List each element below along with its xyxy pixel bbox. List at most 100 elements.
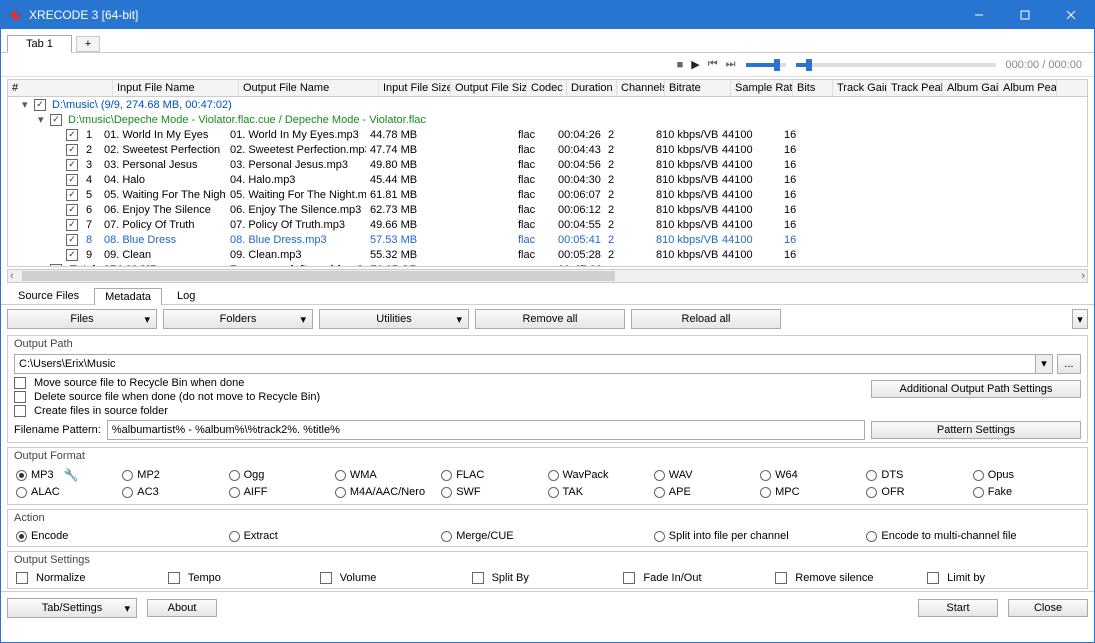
col-album-gain[interactable]: Album Gain	[943, 80, 999, 96]
tab-1[interactable]: Tab 1	[7, 35, 72, 53]
output-path-input[interactable]	[14, 354, 1036, 374]
format-ogg[interactable]: Ogg	[229, 468, 335, 482]
row-checkbox[interactable]	[66, 144, 78, 156]
folders-dropdown[interactable]: Folders▾	[163, 309, 313, 329]
play-icon[interactable]: ▶	[691, 58, 699, 71]
format-swf[interactable]: SWF	[441, 486, 547, 498]
row-checkbox[interactable]	[66, 204, 78, 216]
close-app-button[interactable]: Close	[1008, 599, 1088, 617]
col-album-peak[interactable]: Album Peak	[999, 80, 1057, 96]
volume-slider[interactable]	[746, 63, 786, 67]
format-wma[interactable]: WMA	[335, 468, 441, 482]
row-checkbox[interactable]	[66, 129, 78, 141]
move-to-recycle-checkbox[interactable]	[14, 377, 26, 389]
row-checkbox[interactable]	[50, 264, 62, 267]
setting-tempo[interactable]: Tempo	[168, 572, 320, 584]
next-icon[interactable]: ⏭	[726, 58, 736, 71]
row-checkbox[interactable]	[66, 219, 78, 231]
create-in-source-checkbox[interactable]	[14, 405, 26, 417]
setting-remove-silence[interactable]: Remove silence	[775, 572, 927, 584]
col-input-file-size[interactable]: Input File Size	[379, 80, 451, 96]
col-input-file-name[interactable]: Input File Name	[113, 80, 239, 96]
format-wavpack[interactable]: WavPack	[548, 468, 654, 482]
row-checkbox[interactable]	[66, 189, 78, 201]
pattern-settings-button[interactable]: Pattern Settings	[871, 421, 1081, 439]
col-codec[interactable]: Codec	[527, 80, 567, 96]
remove-all-button[interactable]: Remove all	[475, 309, 625, 329]
scroll-left-icon[interactable]: ‹	[10, 270, 14, 282]
table-row[interactable]: 3 03. Personal Jesus 03. Personal Jesus.…	[8, 157, 1087, 172]
setting-normalize[interactable]: Normalize	[16, 572, 168, 584]
browse-button[interactable]: ...	[1057, 354, 1081, 374]
row-checkbox[interactable]	[66, 159, 78, 171]
scroll-right-icon[interactable]: ›	[1081, 270, 1085, 282]
path-dropdown-icon[interactable]: ▾	[1035, 354, 1053, 374]
col--[interactable]: #	[8, 80, 113, 96]
format-dts[interactable]: DTS	[866, 468, 972, 482]
format-fake[interactable]: Fake	[973, 486, 1079, 498]
reload-all-button[interactable]: Reload all	[631, 309, 781, 329]
format-opus[interactable]: Opus	[973, 468, 1079, 482]
start-button[interactable]: Start	[918, 599, 998, 617]
table-row[interactable]: ▾D:\music\Depeche Mode - Violator.flac.c…	[8, 112, 1087, 127]
col-sample-rate[interactable]: Sample Rate	[731, 80, 793, 96]
col-track-gain[interactable]: Track Gain	[833, 80, 887, 96]
table-row[interactable]: 2 02. Sweetest Perfection 02. Sweetest P…	[8, 142, 1087, 157]
row-checkbox[interactable]	[50, 114, 62, 126]
delete-source-checkbox[interactable]	[14, 391, 26, 403]
files-dropdown[interactable]: Files▾	[7, 309, 157, 329]
table-row[interactable]: 1 01. World In My Eyes 01. World In My E…	[8, 127, 1087, 142]
maximize-button[interactable]	[1002, 1, 1048, 29]
format-ofr[interactable]: OFR	[866, 486, 972, 498]
action-split-into-file-per-channel[interactable]: Split into file per channel	[654, 530, 867, 542]
col-bitrate[interactable]: Bitrate	[665, 80, 731, 96]
additional-output-button[interactable]: Additional Output Path Settings	[871, 380, 1081, 398]
row-checkbox[interactable]	[66, 174, 78, 186]
setting-limit-by[interactable]: Limit by	[927, 572, 1079, 584]
setting-fade-in-out[interactable]: Fade In/Out	[623, 572, 775, 584]
format-wav[interactable]: WAV	[654, 468, 760, 482]
utilities-dropdown[interactable]: Utilities▾	[319, 309, 469, 329]
seek-slider[interactable]	[796, 63, 996, 67]
table-row[interactable]: 8 08. Blue Dress 08. Blue Dress.mp3 57.5…	[8, 232, 1087, 247]
action-encode[interactable]: Encode	[16, 530, 229, 542]
expand-icon[interactable]: ▾	[38, 113, 50, 126]
setting-split-by[interactable]: Split By	[472, 572, 624, 584]
action-encode-to-multi-channel-file[interactable]: Encode to multi-channel file	[866, 530, 1079, 542]
stop-icon[interactable]: ■	[677, 59, 684, 71]
tab-log[interactable]: Log	[166, 287, 206, 304]
expand-icon[interactable]: ▾	[22, 98, 34, 111]
more-dropdown[interactable]: ▾	[1072, 309, 1088, 329]
col-duration[interactable]: Duration	[567, 80, 617, 96]
pattern-input[interactable]	[107, 420, 865, 440]
format-mpc[interactable]: MPC	[760, 486, 866, 498]
col-track-peak[interactable]: Track Peak	[887, 80, 943, 96]
tab-settings-dropdown[interactable]: Tab/Settings▾	[7, 598, 137, 618]
table-row[interactable]: Total: 274.68 MB Free space left on driv…	[8, 262, 1087, 266]
prev-icon[interactable]: ⏮	[708, 58, 718, 71]
horizontal-scrollbar[interactable]: ‹ ›	[7, 269, 1088, 283]
table-row[interactable]: 9 09. Clean 09. Clean.mp3 55.32 MB flac …	[8, 247, 1087, 262]
format-flac[interactable]: FLAC	[441, 468, 547, 482]
table-row[interactable]: 6 06. Enjoy The Silence 06. Enjoy The Si…	[8, 202, 1087, 217]
format-mp3[interactable]: MP3🔧	[16, 468, 122, 482]
row-checkbox[interactable]	[66, 249, 78, 261]
tab-metadata[interactable]: Metadata	[94, 288, 162, 305]
col-bits[interactable]: Bits	[793, 80, 833, 96]
format-alac[interactable]: ALAC	[16, 486, 122, 498]
col-output-file-size[interactable]: Output File Size	[451, 80, 527, 96]
about-button[interactable]: About	[147, 599, 217, 617]
table-row[interactable]: 7 07. Policy Of Truth 07. Policy Of Trut…	[8, 217, 1087, 232]
tab-source-files[interactable]: Source Files	[7, 287, 90, 304]
table-row[interactable]: 5 05. Waiting For The Night 05. Waiting …	[8, 187, 1087, 202]
format-m4a-aac-nero[interactable]: M4A/AAC/Nero	[335, 486, 441, 498]
col-output-file-name[interactable]: Output File Name	[239, 80, 379, 96]
row-checkbox[interactable]	[34, 99, 46, 111]
format-w64[interactable]: W64	[760, 468, 866, 482]
format-mp2[interactable]: MP2	[122, 468, 228, 482]
table-row[interactable]: ▾D:\music\ (9/9, 274.68 MB, 00:47:02)	[8, 97, 1087, 112]
grid-header[interactable]: #Input File NameOutput File NameInput Fi…	[8, 80, 1087, 97]
format-ac3[interactable]: AC3	[122, 486, 228, 498]
action-merge-cue[interactable]: Merge/CUE	[441, 530, 654, 542]
format-ape[interactable]: APE	[654, 486, 760, 498]
